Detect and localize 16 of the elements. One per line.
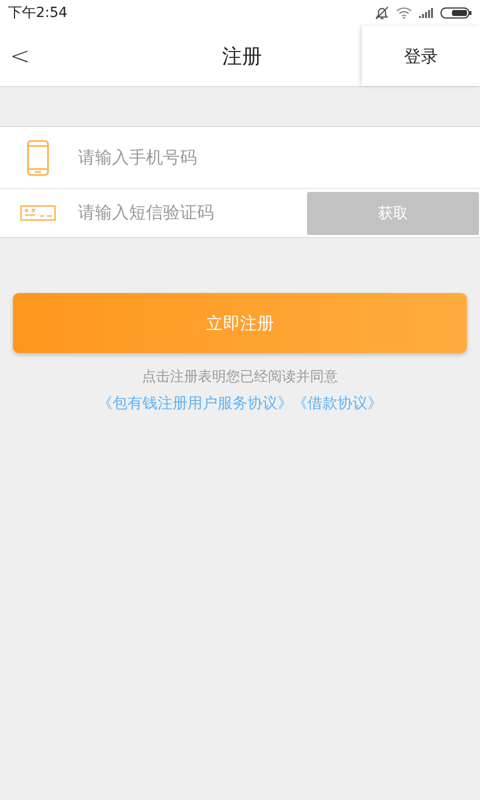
bell-off-icon <box>374 6 390 20</box>
phone-input[interactable]: 请输入手机号码 <box>76 146 480 168</box>
signal-icon <box>418 8 434 18</box>
agreement-link[interactable]: 《借款协议》 <box>292 394 382 413</box>
code-input[interactable]: 请输入短信验证码 <box>76 202 307 224</box>
agreement-text: 点击注册表明您已经阅读并同意 <box>141 368 339 386</box>
status-time: 下午2:54 <box>8 4 68 22</box>
phone-icon <box>27 140 49 176</box>
page-title: 注册 <box>221 42 263 70</box>
battery-icon <box>440 7 472 19</box>
back-button[interactable]: < <box>0 31 40 81</box>
register-button[interactable]: 立即注册 <box>13 293 467 353</box>
wifi-icon <box>396 7 412 19</box>
login-button[interactable]: 登录 <box>398 44 444 68</box>
message-code-icon <box>20 205 56 221</box>
agreement-link[interactable]: 《包有钱注册用户服务协议》 <box>98 394 292 413</box>
